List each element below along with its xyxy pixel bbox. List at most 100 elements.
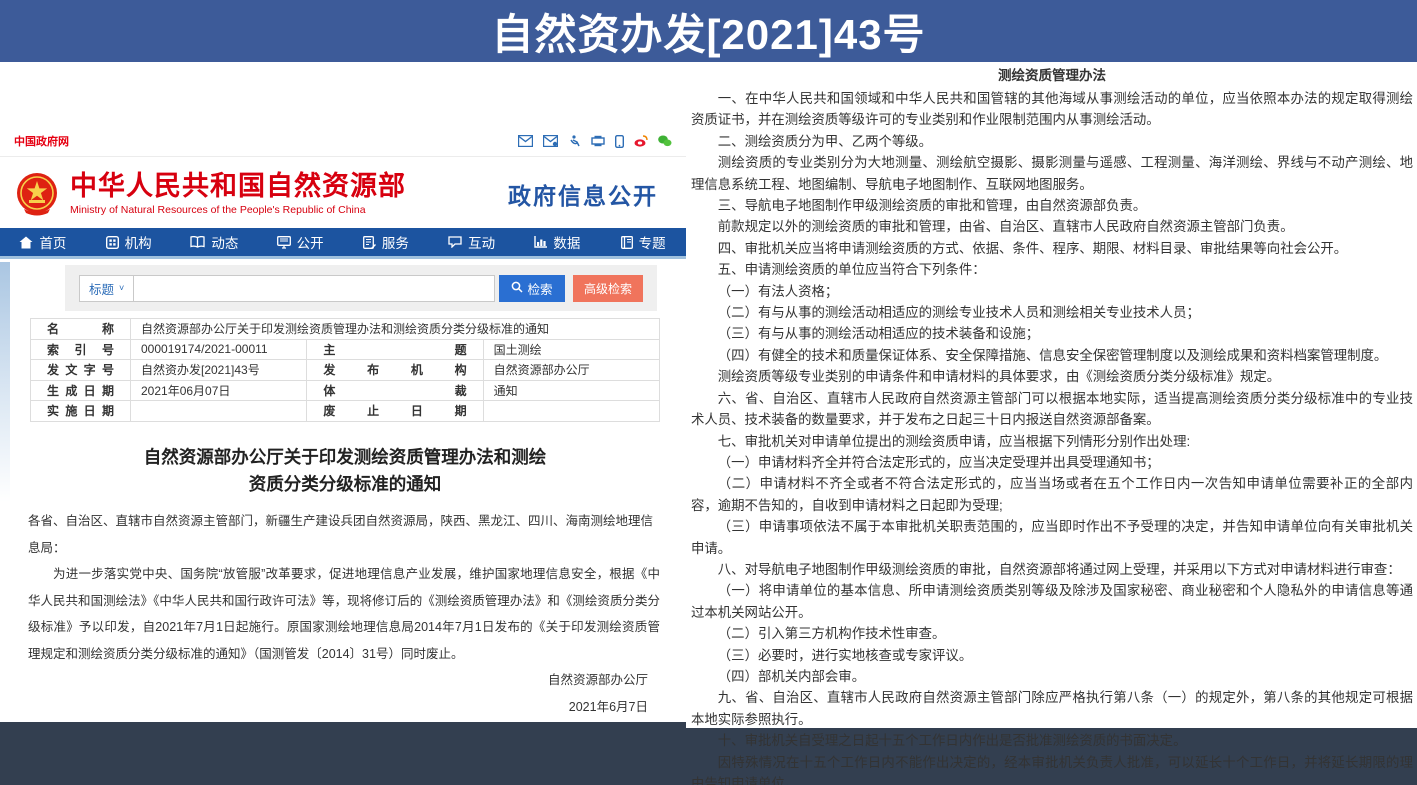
meta-label: 主题 <box>307 339 483 360</box>
regulation-paragraph: （三）必要时，进行实地核查或专家评议。 <box>691 645 1413 666</box>
document-meta-table: 名称 自然资源部办公厅关于印发测绘资质管理办法和测绘资质分类分级标准的通知 索引… <box>30 318 660 422</box>
regulation-paragraph: 六、省、自治区、直辖市人民政府自然资源主管部门可以根据本地实际，适当提高测绘资质… <box>691 388 1413 431</box>
search-field-select[interactable]: 标题 ˅ <box>79 275 133 302</box>
meta-value: 2021年06月07日 <box>131 380 307 401</box>
notice-paragraph: 为进一步落实党中央、国务院“放管服”改革要求，促进地理信息产业发展，维护国家地理… <box>28 561 660 667</box>
meta-value: 000019174/2021-00011 <box>131 339 307 360</box>
nav-item-org[interactable]: 机构 <box>86 228 172 256</box>
utility-icons <box>518 135 672 148</box>
topic-icon <box>621 236 633 249</box>
slide-header-bar: 自然资办发[2021]43号 <box>0 0 1417 62</box>
brand-text: 中华人民共和国自然资源部 Ministry of Natural Resourc… <box>70 172 406 217</box>
notice-signer: 自然资源部办公厅 <box>28 667 660 694</box>
regulation-paragraph: 七、审批机关对申请单位提出的测绘资质申请，应当根据下列情形分别作出处理: <box>691 431 1413 452</box>
regulation-paragraph: （二）引入第三方机构作技术性审查。 <box>691 623 1413 644</box>
chevron-down-icon: ˅ <box>119 283 124 293</box>
nav-item-home[interactable]: 首页 <box>0 228 86 256</box>
ministry-name-cn: 中华人民共和国自然资源部 <box>70 172 406 202</box>
advanced-search-button[interactable]: 高级检索 <box>573 275 643 302</box>
nav-item-data[interactable]: 数据 <box>515 228 601 256</box>
table-row: 生成日期 2021年06月07日 体裁 通知 <box>31 380 660 401</box>
disclosure-icon <box>277 236 291 249</box>
regulation-paragraph: （一）申请材料齐全并符合法定形式的，应当决定受理并出具受理通知书； <box>691 452 1413 473</box>
meta-value: 国土测绘 <box>483 339 659 360</box>
nav-item-news[interactable]: 动态 <box>172 228 258 256</box>
regulation-paragraph: 测绘资质等级专业类别的申请条件和申请材料的具体要求，由《测绘资质分类分级标准》规… <box>691 366 1413 387</box>
accessibility-icon[interactable] <box>568 135 581 148</box>
meta-label: 体裁 <box>307 380 483 401</box>
meta-value: 通知 <box>483 380 659 401</box>
regulation-paragraph: 五、申请测绘资质的单位应当符合下列条件： <box>691 259 1413 280</box>
main-nav: 首页 机构 动态 公开 服务 互动 <box>0 228 686 259</box>
notice-date: 2021年6月7日 <box>28 694 660 721</box>
ministry-website-panel: 中国政府网 <box>0 62 686 722</box>
utility-bar: 中国政府网 <box>0 130 686 152</box>
regulation-paragraph: 测绘资质的专业类别分为大地测量、测绘航空摄影、摄影测量与遥感、工程测量、海洋测绘… <box>691 152 1413 195</box>
search-button[interactable]: 检索 <box>499 275 565 302</box>
mobile-icon[interactable] <box>615 135 624 148</box>
regulation-paragraph: （一）将申请单位的基本信息、所申请测绘资质类别等级及除涉及国家秘密、商业秘密和个… <box>691 580 1413 623</box>
meta-value: 自然资源部办公厅 <box>483 360 659 381</box>
news-icon <box>190 236 205 248</box>
wechat-icon[interactable] <box>658 135 672 147</box>
regulation-paragraph: （四）有健全的技术和质量保证体系、安全保障措施、信息安全保密管理制度以及测绘成果… <box>691 345 1413 366</box>
meta-label: 废止日期 <box>307 401 483 422</box>
nav-item-topic[interactable]: 专题 <box>600 228 686 256</box>
table-row: 索引号 000019174/2021-00011 主题 国土测绘 <box>31 339 660 360</box>
search-panel: 标题 ˅ 检索 高级检索 <box>65 265 657 311</box>
interact-icon <box>448 236 462 248</box>
slide-title: 自然资办发[2021]43号 <box>491 1 925 62</box>
table-row: 实施日期 废止日期 <box>31 401 660 422</box>
notice-body: 各省、自治区、直辖市自然资源主管部门，新疆生产建设兵团自然资源局，陕西、黑龙江、… <box>28 508 660 720</box>
nav-item-service[interactable]: 服务 <box>343 228 429 256</box>
search-icon <box>511 281 523 296</box>
data-icon <box>534 236 547 248</box>
meta-value: 自然资办发[2021]43号 <box>131 360 307 381</box>
regulation-paragraph: 十、审批机关自受理之日起十五个工作日内作出是否批准测绘资质的书面决定。 <box>691 730 1413 751</box>
regulation-paragraph: （二）有与从事的测绘活动相适应的测绘专业技术人员和测绘相关专业技术人员； <box>691 302 1413 323</box>
search-input[interactable] <box>133 275 495 302</box>
regulation-paragraph: 九、省、自治区、直辖市人民政府自然资源主管部门除应严格执行第八条（一）的规定外，… <box>691 687 1413 730</box>
nav-item-interact[interactable]: 互动 <box>429 228 515 256</box>
meta-value <box>131 401 307 422</box>
regulation-paragraph: 一、在中华人民共和国领域和中华人民共和国管辖的其他海域从事测绘活动的单位，应当依… <box>691 88 1413 131</box>
brand-row: 中华人民共和国自然资源部 Ministry of Natural Resourc… <box>0 162 686 226</box>
section-title: 政府信息公开 <box>508 177 672 211</box>
fax-icon[interactable] <box>591 135 605 147</box>
org-icon <box>106 236 119 249</box>
mail-icon[interactable] <box>518 135 533 147</box>
weibo-icon[interactable] <box>634 135 648 147</box>
regulation-paragraph: （三）申请事项依法不属于本审批机关职责范围的，应当即时作出不予受理的决定，并告知… <box>691 516 1413 559</box>
gov-portal-link[interactable]: 中国政府网 <box>14 133 69 149</box>
meta-value: 自然资源部办公厅关于印发测绘资质管理办法和测绘资质分类分级标准的通知 <box>131 319 660 340</box>
service-icon <box>363 236 376 249</box>
slide: 自然资办发[2021]43号 中国政府网 <box>0 0 1417 785</box>
nav-item-disclosure[interactable]: 公开 <box>257 228 343 256</box>
table-row: 发文字号 自然资办发[2021]43号 发布机构 自然资源部办公厅 <box>31 360 660 381</box>
meta-value <box>483 401 659 422</box>
regulation-paragraph: （一）有法人资格； <box>691 281 1413 302</box>
table-row: 名称 自然资源部办公厅关于印发测绘资质管理办法和测绘资质分类分级标准的通知 <box>31 319 660 340</box>
divider <box>0 156 686 157</box>
national-emblem-logo <box>14 171 60 217</box>
left-accent-strip <box>0 262 10 502</box>
regulation-paragraph: 因特殊情况在十五个工作日内不能作出决定的，经本审批机关负责人批准，可以延长十个工… <box>691 752 1413 785</box>
meta-label: 索引号 <box>31 339 131 360</box>
home-icon <box>19 236 33 249</box>
regulation-paragraph: （二）申请材料不齐全或者不符合法定形式的，应当当场或者在五个工作日内一次告知申请… <box>691 473 1413 516</box>
notice-salutation: 各省、自治区、直辖市自然资源主管部门，新疆生产建设兵团自然资源局，陕西、黑龙江、… <box>28 508 660 561</box>
regulation-paragraph: 二、测绘资质分为甲、乙两个等级。 <box>691 131 1413 152</box>
regulation-paragraph: 三、导航电子地图制作甲级测绘资质的审批和管理，由自然资源部负责。 <box>691 195 1413 216</box>
regulation-paragraph: 四、审批机关应当将申请测绘资质的方式、依据、条件、程序、期限、材料目录、审批结果… <box>691 238 1413 259</box>
meta-label: 名称 <box>31 319 131 340</box>
regulation-panel: 测绘资质管理办法 一、在中华人民共和国领域和中华人民共和国管辖的其他海域从事测绘… <box>686 62 1417 728</box>
regulation-paragraph: 前款规定以外的测绘资质的审批和管理，由省、自治区、直辖市人民政府自然资源主管部门… <box>691 216 1413 237</box>
notice-title: 自然资源部办公厅关于印发测绘资质管理办法和测绘 资质分类分级标准的通知 <box>30 444 660 498</box>
regulation-paragraph: 八、对导航电子地图制作甲级测绘资质的审批，自然资源部将通过网上受理，并采用以下方… <box>691 559 1413 580</box>
mail-subscribe-icon[interactable] <box>543 135 558 147</box>
meta-label: 发文字号 <box>31 360 131 381</box>
regulation-paragraph: （三）有与从事的测绘活动相适应的技术装备和设施； <box>691 323 1413 344</box>
ministry-name-en: Ministry of Natural Resources of the Peo… <box>70 204 406 216</box>
meta-label: 生成日期 <box>31 380 131 401</box>
meta-label: 发布机构 <box>307 360 483 381</box>
